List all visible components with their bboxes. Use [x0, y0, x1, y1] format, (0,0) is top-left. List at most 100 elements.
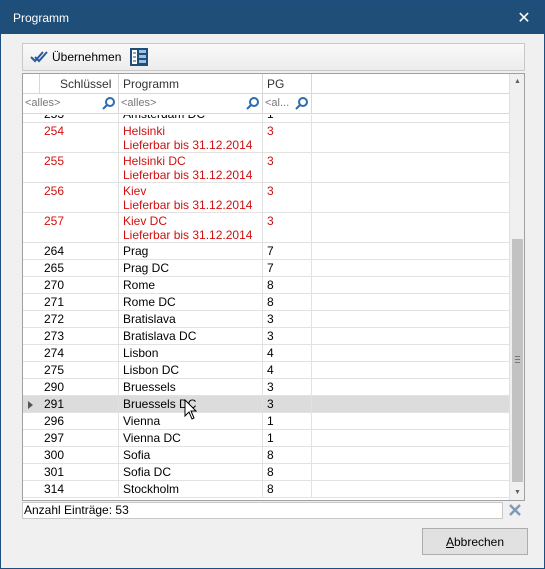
table-row[interactable]: 256 Kiev Lieferbar bis 31.12.2014 3 — [23, 183, 511, 213]
vertical-scrollbar[interactable]: ▲ ▼ — [509, 74, 524, 500]
table-row[interactable]: 296 Vienna 1 — [23, 413, 511, 430]
accept-button[interactable]: Übernehmen — [25, 45, 125, 69]
program-dialog: Programm ✕ Übernehmen Schlüssel Programm — [0, 0, 545, 569]
clear-filter-icon[interactable] — [508, 503, 522, 517]
cell-program-name: Kiev DC — [123, 214, 168, 228]
table-row[interactable]: 297 Vienna DC 1 — [23, 430, 511, 447]
cell-program: Sofia DC — [119, 464, 263, 480]
row-indicator — [23, 260, 40, 276]
window-title: Programm — [13, 10, 70, 25]
filter-program[interactable]: <alles> — [119, 94, 263, 113]
cell-program-name: Kiev — [123, 184, 147, 198]
table-row[interactable]: 255 Helsinki DC Lieferbar bis 31.12.2014 3 — [23, 153, 511, 183]
search-icon[interactable] — [102, 96, 116, 110]
column-header-pg[interactable]: PG — [263, 74, 312, 94]
scroll-up-icon[interactable]: ▲ — [510, 74, 524, 89]
table-row[interactable]: 291 Bruessels DC 3 — [23, 396, 511, 413]
cell-key: 300 — [40, 447, 119, 463]
cell-pg: 7 — [263, 243, 312, 259]
cell-key: 290 — [40, 379, 119, 395]
cancel-mnemonic: A — [445, 534, 454, 549]
row-indicator-header — [23, 74, 40, 94]
table-row[interactable]: 273 Bratislava DC 3 — [23, 328, 511, 345]
column-chooser-icon[interactable] — [129, 47, 149, 67]
table-row[interactable]: 274 Lisbon 4 — [23, 345, 511, 362]
table-row[interactable]: 265 Prag DC 7 — [23, 260, 511, 277]
table-row[interactable]: 275 Lisbon DC 4 — [23, 362, 511, 379]
cell-pg: 1 — [263, 115, 312, 122]
accept-button-label: Übernehmen — [52, 50, 122, 64]
scrollbar-thumb[interactable] — [512, 239, 523, 482]
cell-key: 257 — [40, 213, 119, 242]
cell-key: 255 — [40, 153, 119, 182]
cancel-button[interactable]: Abbrechen — [422, 528, 528, 555]
table-row[interactable]: 253 Amsterdam DC1 — [23, 115, 511, 123]
cancel-label-rest: bbrechen — [453, 534, 505, 549]
cell-program-name: Sofia DC — [123, 465, 172, 479]
filter-key-value: <alles> — [25, 97, 61, 109]
cell-pg: 1 — [263, 413, 312, 429]
row-indicator — [23, 243, 40, 259]
table-row[interactable]: 301 Sofia DC 8 — [23, 464, 511, 481]
cell-program: Kiev DC Lieferbar bis 31.12.2014 — [119, 213, 263, 242]
column-header-program[interactable]: Programm — [119, 74, 263, 94]
cell-program: Lisbon DC — [119, 362, 263, 378]
table-row[interactable]: 254 Helsinki Lieferbar bis 31.12.2014 3 — [23, 123, 511, 153]
column-header-key[interactable]: Schlüssel — [40, 74, 119, 94]
cell-program-name: Prag DC — [123, 261, 170, 275]
cell-key: 314 — [40, 481, 119, 497]
row-indicator — [23, 183, 40, 212]
cell-key: 264 — [40, 243, 119, 259]
table-row[interactable]: 257 Kiev DC Lieferbar bis 31.12.2014 3 — [23, 213, 511, 243]
row-indicator — [23, 481, 40, 497]
cell-program: Helsinki Lieferbar bis 31.12.2014 — [119, 123, 263, 152]
table-row[interactable]: 270 Rome 8 — [23, 277, 511, 294]
table-row[interactable]: 271 Rome DC 8 — [23, 294, 511, 311]
title-bar: Programm ✕ — [1, 1, 544, 34]
close-icon[interactable]: ✕ — [504, 1, 544, 34]
cell-pg: 4 — [263, 345, 312, 361]
table-row[interactable]: 300 Sofia 8 — [23, 447, 511, 464]
cell-key: 291 — [40, 396, 119, 412]
row-indicator — [23, 362, 40, 378]
row-indicator — [23, 328, 40, 344]
cell-pg: 8 — [263, 447, 312, 463]
cell-program: Amsterdam DC — [119, 115, 263, 122]
row-indicator — [23, 115, 40, 122]
table-row[interactable]: 290 Bruessels 3 — [23, 379, 511, 396]
table-row[interactable]: 264 Prag 7 — [23, 243, 511, 260]
filter-key[interactable]: <alles> — [23, 94, 119, 113]
filter-pg[interactable]: <al... — [263, 94, 312, 113]
cell-pg: 8 — [263, 294, 312, 310]
cell-program: Rome DC — [119, 294, 263, 310]
cell-key: 275 — [40, 362, 119, 378]
cell-key: 254 — [40, 123, 119, 152]
cell-program-name: Bratislava DC — [123, 329, 197, 343]
table-row[interactable]: 272 Bratislava 3 — [23, 311, 511, 328]
cell-program-note: Lieferbar bis 31.12.2014 — [123, 198, 253, 212]
filter-program-value: <alles> — [121, 97, 157, 109]
cell-program: Bratislava DC — [119, 328, 263, 344]
cell-program-name: Lisbon DC — [123, 363, 180, 377]
search-icon[interactable] — [246, 96, 260, 110]
scroll-down-icon[interactable]: ▼ — [510, 485, 524, 500]
cell-pg: 3 — [263, 183, 312, 212]
cell-pg: 8 — [263, 464, 312, 480]
cell-key: 297 — [40, 430, 119, 446]
entry-count: Anzahl Einträge: 53 — [22, 502, 503, 519]
grid-rows-inner: 253Amsterdam DC1254HelsinkiLieferbar bis… — [23, 115, 511, 498]
cell-pg: 3 — [263, 379, 312, 395]
cell-program-name: Helsinki — [123, 124, 166, 138]
filter-row: <alles> <alles> <al... — [23, 94, 511, 114]
cell-program-name: Stockholm — [123, 482, 180, 496]
cell-program-name: Vienna DC — [123, 431, 181, 445]
table-row[interactable]: 314 Stockholm 8 — [23, 481, 511, 498]
row-indicator — [23, 413, 40, 429]
mouse-cursor-icon — [184, 399, 198, 420]
search-icon[interactable] — [295, 96, 309, 110]
row-indicator — [23, 311, 40, 327]
cell-program: Bratislava — [119, 311, 263, 327]
cell-program: Lisbon — [119, 345, 263, 361]
cell-program-name: Sofia — [123, 448, 151, 462]
row-indicator — [23, 277, 40, 293]
